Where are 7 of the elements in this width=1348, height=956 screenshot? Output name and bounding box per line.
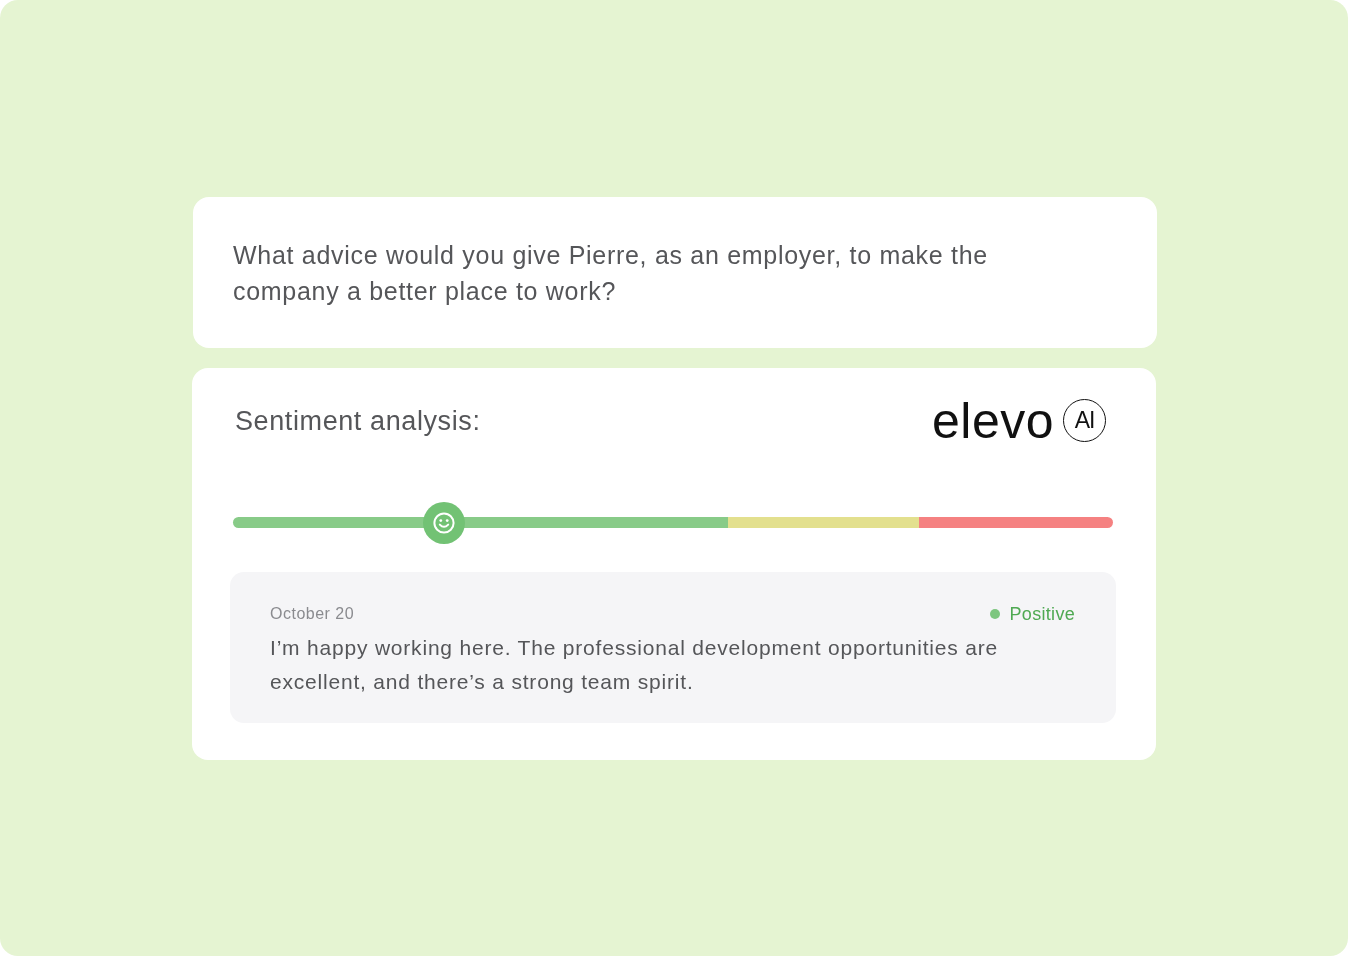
logo-wordmark: elevo [931, 397, 1054, 444]
sentiment-label: Positive [1009, 603, 1075, 624]
question-text: What advice would you give Pierre, as an employer, to make the company a better place to work? [233, 239, 989, 307]
panel-title: Sentiment analysis: [234, 404, 481, 437]
review-date: October 20 [270, 603, 355, 624]
review-text: I’m happy working here. The professional development opportunities are excellent, and there’s a strong team spirit. [270, 634, 999, 695]
smiley-icon [433, 511, 456, 534]
